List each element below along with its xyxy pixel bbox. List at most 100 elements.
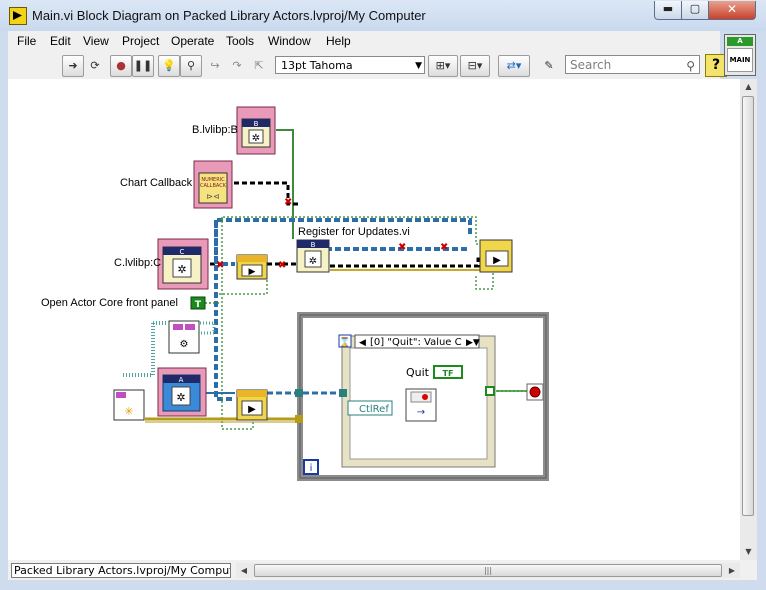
send-message-vi[interactable]: ▶ xyxy=(479,239,513,273)
window-title: Main.vi Block Diagram on Packed Library … xyxy=(32,8,426,23)
title-bar[interactable]: Main.vi Block Diagram on Packed Library … xyxy=(0,0,766,31)
error-mark-icon: ✖ xyxy=(398,242,406,253)
enum-wire[interactable] xyxy=(122,321,168,377)
a-letter: A xyxy=(179,376,184,384)
send-icon: ▶ xyxy=(493,255,501,266)
reorder-icon[interactable]: ⇄▾ xyxy=(498,55,530,77)
launch-icon: ▶ xyxy=(248,404,256,415)
menu-file[interactable]: File xyxy=(17,34,36,48)
pause-icon[interactable]: ❚❚ xyxy=(132,55,154,77)
c-actor-constant[interactable]: C ✲ xyxy=(157,238,209,290)
connector-pane[interactable]: A MAIN xyxy=(724,34,756,76)
connector-pane-icon: MAIN xyxy=(727,48,753,72)
gear-icon: ✲ xyxy=(252,133,260,144)
loop-index-label: i xyxy=(310,463,313,474)
error-mark-icon: ✖ xyxy=(284,197,292,208)
cluster-constant[interactable]: ⚙ xyxy=(168,320,200,354)
run-continuously-icon[interactable]: ⟳ xyxy=(84,55,106,77)
true-constant[interactable]: T xyxy=(190,296,206,310)
event-case-label: [0] "Quit": Value C xyxy=(370,337,462,348)
chart-callback-label: Chart Callback xyxy=(120,177,193,189)
block-diagram[interactable]: B ✲ NUMERIC CALLBACK ⊳⊲ C ✲ ▶ B ✲ ▶ ✖ ✖ … xyxy=(8,79,740,560)
open-actor-core-label: Open Actor Core front panel xyxy=(41,297,178,309)
callback-text-2: CALLBACK xyxy=(200,183,227,189)
connector-pane-top: A xyxy=(727,37,753,46)
launch-root-actor[interactable]: ▶ xyxy=(236,389,268,421)
status-bar: Packed Library Actors.lvproj/My Computer… xyxy=(8,560,757,580)
scroll-left-icon[interactable]: ◀ xyxy=(236,563,252,578)
register-out-wire[interactable] xyxy=(330,257,483,268)
loop-stop-terminal[interactable] xyxy=(526,383,544,401)
event-case-selector[interactable]: ◀ [0] "Quit": Value C ▶▼ xyxy=(354,334,480,349)
vertical-scrollbar[interactable]: ▲ ▼ xyxy=(740,79,757,560)
enum-wire-2[interactable] xyxy=(200,321,216,335)
loop-iteration-terminal: i xyxy=(303,459,319,475)
tunnel xyxy=(339,389,347,397)
font-selector[interactable]: 13pt Tahoma ▼ xyxy=(275,56,425,74)
menu-operate[interactable]: Operate xyxy=(171,34,214,48)
font-value: 13pt Tahoma xyxy=(281,59,353,72)
menu-help[interactable]: Help xyxy=(326,34,351,48)
step-over-icon[interactable]: ↷ xyxy=(226,55,248,77)
search-input[interactable]: Search ⚲ xyxy=(565,55,700,74)
gear-icon: ✲ xyxy=(176,391,185,404)
menu-window[interactable]: Window xyxy=(268,34,311,48)
distribute-objects-icon[interactable]: ⊟▾ xyxy=(460,55,490,77)
register-for-updates-vi[interactable]: B ✲ xyxy=(296,239,330,273)
menu-project[interactable]: Project xyxy=(122,34,159,48)
star-icon: ✳ xyxy=(124,405,133,418)
menu-tools[interactable]: Tools xyxy=(226,34,254,48)
enqueuer-wire-left[interactable] xyxy=(214,220,235,401)
step-out-icon[interactable]: ⇱ xyxy=(248,55,270,77)
timeout-icon: ⌛ xyxy=(339,336,350,348)
chart-callback-constant[interactable]: NUMERIC CALLBACK ⊳⊲ xyxy=(193,160,233,209)
ctlref-terminal[interactable]: CtlRef xyxy=(347,400,393,416)
error-mark-icon: ✖ xyxy=(216,260,224,271)
b-letter: B xyxy=(254,120,259,128)
scroll-down-icon[interactable]: ▼ xyxy=(740,544,757,560)
horizontal-scroll-thumb[interactable]: ||| xyxy=(254,564,722,577)
scroll-right-icon[interactable]: ▶ xyxy=(724,563,740,578)
true-constant-label: T xyxy=(195,300,202,310)
minimize-icon: ▬ xyxy=(662,2,674,15)
register-label: Register for Updates.vi xyxy=(298,226,410,238)
error-mark-icon: ✖ xyxy=(440,242,448,253)
ctlref-label: CtlRef xyxy=(359,404,389,415)
vertical-scroll-thumb[interactable] xyxy=(742,96,754,516)
highlight-execution-icon[interactable]: 💡 xyxy=(158,55,180,77)
quit-boolean-terminal[interactable]: TF xyxy=(433,365,463,379)
arrow-icon: → xyxy=(417,407,425,418)
maximize-icon: ▢ xyxy=(689,2,701,15)
b-actor-constant[interactable]: B ✲ xyxy=(236,106,276,155)
menu-edit[interactable]: Edit xyxy=(50,34,71,48)
maximize-button[interactable]: ▢ xyxy=(681,1,709,20)
callback-icon: ⊳⊲ xyxy=(206,192,219,201)
close-button[interactable]: ✕ xyxy=(708,1,756,20)
abort-icon[interactable]: ● xyxy=(110,55,132,77)
tunnel xyxy=(295,389,303,397)
tunnel xyxy=(295,415,303,423)
minimize-button[interactable]: ▬ xyxy=(654,1,682,20)
error-wire-mid[interactable] xyxy=(218,280,268,295)
labview-app-icon xyxy=(9,7,27,25)
run-arrow-icon[interactable]: ➜ xyxy=(62,55,84,77)
align-objects-icon[interactable]: ⊞▾ xyxy=(428,55,458,77)
horizontal-scrollbar[interactable]: ◀ ||| ▶ xyxy=(236,563,740,578)
retain-wire-values-icon[interactable]: ⚲ xyxy=(180,55,202,77)
obtain-message-queue[interactable]: ✳ xyxy=(113,389,145,421)
toolbar: ➜ ⟳ ● ❚❚ 💡 ⚲ ↪ ↷ ⇱ 13pt Tahoma ▼ ⊞▾ ⊟▾ ⇄… xyxy=(8,51,727,79)
clean-up-diagram-icon[interactable]: ✎ xyxy=(538,55,560,77)
scroll-up-icon[interactable]: ▲ xyxy=(740,79,757,95)
quit-label: Quit xyxy=(406,366,430,379)
launch-nested-actor-c[interactable]: ▶ xyxy=(236,254,268,280)
cluster-icon: ⚙ xyxy=(180,339,189,350)
search-placeholder: Search xyxy=(570,58,612,72)
gear-icon: ✲ xyxy=(309,256,317,267)
menu-view[interactable]: View xyxy=(83,34,109,48)
a-actor-constant[interactable]: A ✲ xyxy=(157,367,207,417)
stop-button-ref[interactable]: → xyxy=(405,388,437,422)
tunnel xyxy=(485,386,495,396)
step-into-icon[interactable]: ↪ xyxy=(204,55,226,77)
chevron-down-icon: ▼ xyxy=(415,61,422,71)
register-b-letter: B xyxy=(311,241,316,249)
